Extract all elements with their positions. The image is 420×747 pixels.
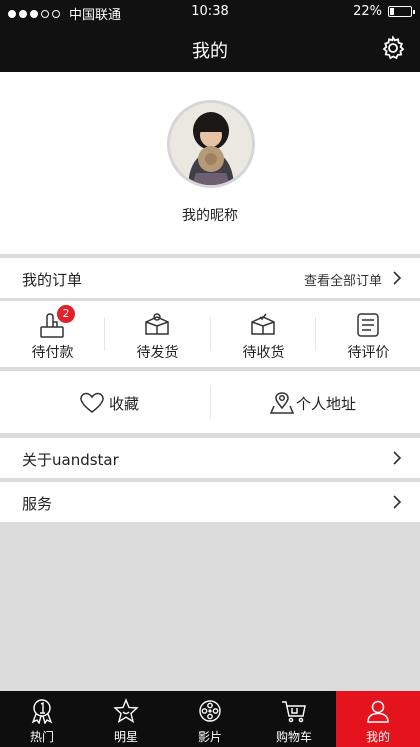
tab-label: 影片 (197, 730, 222, 744)
chevron-right-icon (393, 451, 402, 465)
box-receive-icon (251, 313, 275, 335)
pending-payment-badge: 2 (57, 305, 75, 323)
status-bar: 中国联通 10:38 22% (0, 0, 420, 24)
user-icon (367, 700, 389, 723)
tab-cart[interactable]: 购物车 (252, 691, 336, 747)
order-status-label: 待评价 (347, 345, 390, 361)
service-row[interactable]: 服务 (0, 482, 420, 522)
tab-bar: 热门 明星 影片 购物车 我的 (0, 691, 420, 747)
about-row[interactable]: 关于uandstar (0, 438, 420, 478)
my-orders-row[interactable]: 我的订单 查看全部订单 (0, 258, 420, 298)
box-ship-icon (145, 313, 169, 335)
order-status-label: 待收货 (242, 345, 285, 361)
address-label: 个人地址 (296, 395, 357, 413)
order-status-label: 待付款 (31, 345, 74, 361)
location-icon (270, 392, 294, 414)
order-status-pending-payment[interactable]: 2 待付款 (0, 301, 105, 367)
page-title: 我的 (192, 41, 228, 62)
about-label: 关于uandstar (22, 451, 119, 469)
avatar[interactable] (167, 100, 255, 188)
profile-section: 我的昵称 (0, 72, 420, 254)
tab-hot[interactable]: 热门 (0, 691, 84, 747)
gear-icon[interactable] (380, 35, 406, 61)
favorites-label: 收藏 (109, 395, 140, 413)
tab-films[interactable]: 影片 (168, 691, 252, 747)
order-status-label: 待发货 (136, 345, 179, 361)
order-status-to-ship[interactable]: 待发货 (105, 301, 210, 367)
film-reel-icon (199, 700, 221, 722)
cart-icon (282, 701, 306, 723)
tab-label: 我的 (365, 730, 390, 744)
nickname[interactable]: 我的昵称 (0, 205, 420, 225)
star-icon (113, 698, 139, 723)
heart-icon (80, 392, 104, 413)
battery-icon (388, 6, 415, 17)
quick-links: 收藏 个人地址 (0, 371, 420, 433)
tab-label: 热门 (29, 730, 54, 744)
view-all-orders-link[interactable]: 查看全部订单 (304, 270, 382, 289)
hot-medal-icon (31, 699, 53, 724)
chevron-right-icon (393, 271, 402, 285)
my-orders-title: 我的订单 (22, 271, 83, 289)
favorites-button[interactable]: 收藏 (0, 371, 210, 433)
chevron-right-icon (393, 495, 402, 509)
avatar-photo (170, 103, 252, 185)
order-status-to-review[interactable]: 待评价 (316, 301, 420, 367)
address-button[interactable]: 个人地址 (210, 371, 420, 433)
order-status-to-receive[interactable]: 待收货 (211, 301, 316, 367)
tab-stars[interactable]: 明星 (84, 691, 168, 747)
tab-label: 购物车 (275, 730, 312, 744)
nav-bar: 我的 (0, 24, 420, 72)
battery-percent: 22% (353, 4, 382, 19)
tab-label: 明星 (113, 730, 138, 744)
review-icon (357, 313, 379, 337)
order-status-bar: 2 待付款 待发货 待收货 待评价 (0, 301, 420, 367)
tab-me[interactable]: 我的 (336, 691, 420, 747)
service-label: 服务 (22, 495, 53, 513)
